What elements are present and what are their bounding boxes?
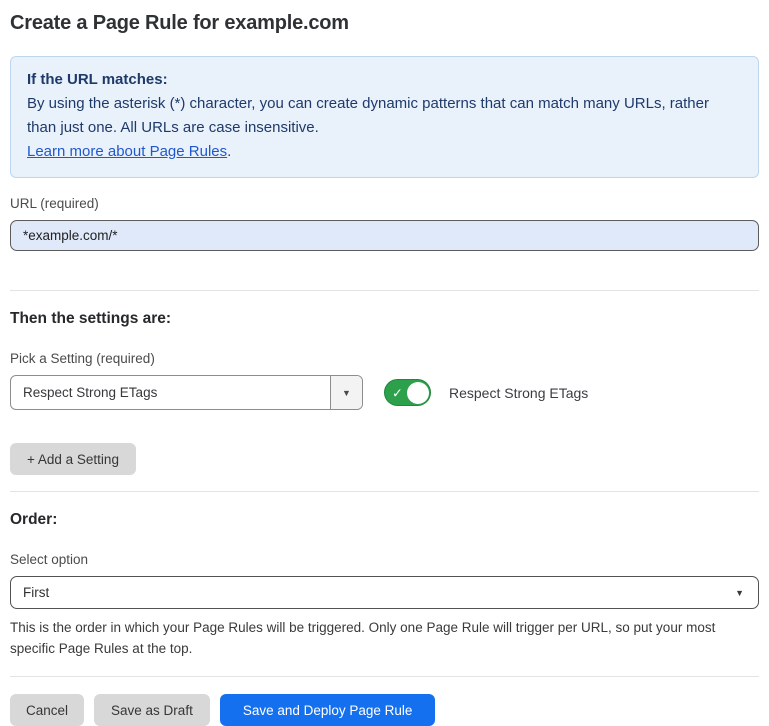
info-box-body: By using the asterisk (*) character, you… xyxy=(27,92,742,140)
pick-setting-label: Pick a Setting (required) xyxy=(10,351,759,366)
setting-select-arrow-button[interactable]: ▼ xyxy=(330,376,362,409)
cancel-button[interactable]: Cancel xyxy=(10,694,84,726)
check-icon: ✓ xyxy=(392,386,403,399)
info-box-link-line: Learn more about Page Rules. xyxy=(27,140,742,164)
divider xyxy=(10,676,759,677)
toggle-knob xyxy=(407,382,429,404)
settings-section-heading: Then the settings are: xyxy=(10,310,759,328)
page-title: Create a Page Rule for example.com xyxy=(10,12,759,35)
order-helper-text: This is the order in which your Page Rul… xyxy=(10,617,759,659)
footer-actions: Cancel Save as Draft Save and Deploy Pag… xyxy=(10,694,759,726)
setting-select-value: Respect Strong ETags xyxy=(11,376,330,409)
info-box-heading: If the URL matches: xyxy=(27,68,742,92)
etags-toggle-group: ✓ Respect Strong ETags xyxy=(384,379,588,406)
etags-toggle-label: Respect Strong ETags xyxy=(449,385,588,401)
link-suffix: . xyxy=(227,143,231,160)
divider xyxy=(10,290,759,291)
order-select-label: Select option xyxy=(10,552,759,567)
save-and-deploy-button[interactable]: Save and Deploy Page Rule xyxy=(220,694,436,726)
dropdown-arrow-icon: ▼ xyxy=(342,388,351,398)
order-select[interactable]: First ▼ xyxy=(10,576,759,609)
order-select-value: First xyxy=(23,585,49,600)
url-match-info-box: If the URL matches: By using the asteris… xyxy=(10,56,759,178)
url-input[interactable] xyxy=(10,220,759,251)
divider xyxy=(10,491,759,492)
add-setting-button[interactable]: + Add a Setting xyxy=(10,443,136,475)
setting-select[interactable]: Respect Strong ETags ▼ xyxy=(10,375,363,410)
etags-toggle[interactable]: ✓ xyxy=(384,379,431,406)
learn-more-link[interactable]: Learn more about Page Rules xyxy=(27,143,227,160)
save-as-draft-button[interactable]: Save as Draft xyxy=(94,694,210,726)
page-rule-form: Create a Page Rule for example.com If th… xyxy=(0,0,769,726)
order-section-heading: Order: xyxy=(10,511,759,529)
setting-row: Respect Strong ETags ▼ ✓ Respect Strong … xyxy=(10,375,759,410)
chevron-down-icon: ▼ xyxy=(735,588,744,598)
url-field-label: URL (required) xyxy=(10,196,759,211)
